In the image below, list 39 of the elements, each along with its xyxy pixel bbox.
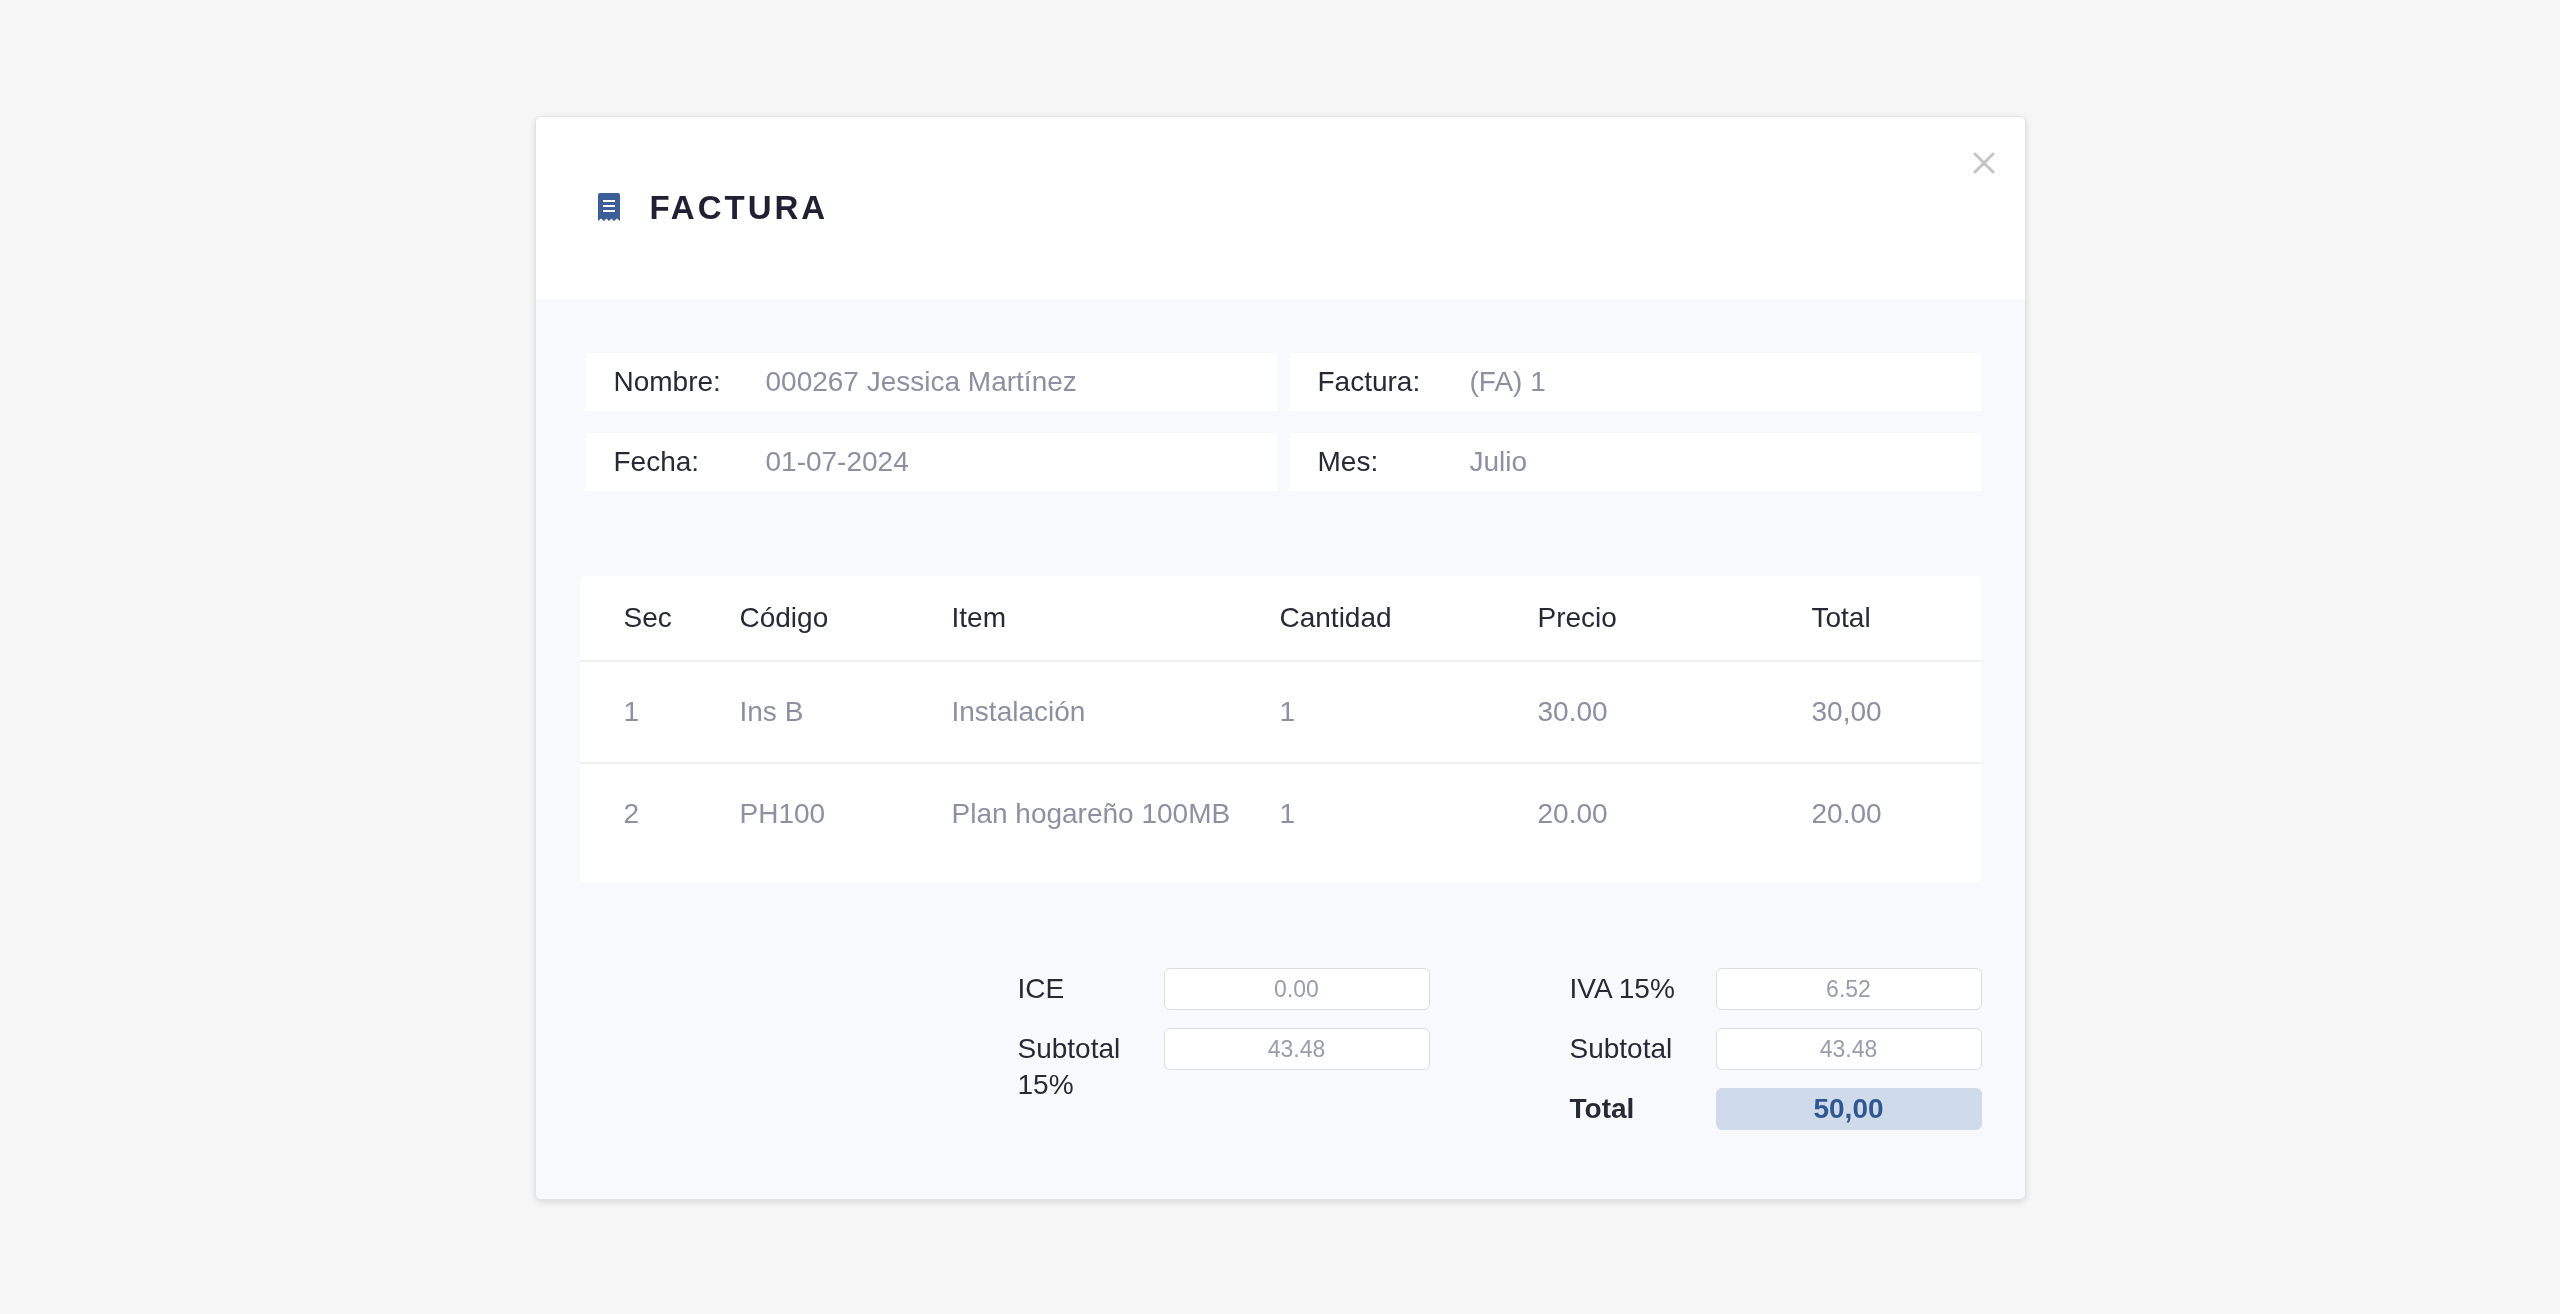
table-cell-text: Plan hogareño 100MB bbox=[951, 798, 1232, 830]
amount-field: 0.00 bbox=[1163, 968, 1430, 1010]
table-cell-text: 20.00 bbox=[1811, 798, 1883, 830]
field-value: (FA) 1 bbox=[1469, 366, 1546, 398]
field-label: Nombre: bbox=[613, 366, 722, 398]
table-cell-text: 20.00 bbox=[1537, 798, 1609, 830]
column-header: Item bbox=[951, 602, 1007, 634]
column-header: Sec bbox=[623, 602, 673, 634]
table-cell-text: 30.00 bbox=[1537, 696, 1609, 728]
amount-field: 43.48 bbox=[1163, 1028, 1430, 1070]
column-header: Cantidad bbox=[1279, 602, 1393, 634]
total-label: IVA 15% bbox=[1569, 972, 1676, 1006]
field-label: Fecha: bbox=[613, 446, 701, 478]
column-header: Precio bbox=[1537, 602, 1618, 634]
total-label: Subtotal bbox=[1569, 1032, 1674, 1066]
field-value: 000267 Jessica Martínez bbox=[765, 366, 1077, 398]
table-cell-text: 1 bbox=[1279, 696, 1297, 728]
amount-field: 6.52 bbox=[1715, 968, 1982, 1010]
column-header: Código bbox=[739, 602, 830, 634]
table-cell-text: Ins B bbox=[739, 696, 805, 728]
table-cell-text: 30,00 bbox=[1811, 696, 1883, 728]
field-label: Mes: bbox=[1317, 446, 1380, 478]
amount-field: 43.48 bbox=[1715, 1028, 1982, 1070]
field-value: 01-07-2024 bbox=[765, 446, 909, 478]
dialog-title: FACTURA bbox=[649, 189, 829, 227]
table-cell-text: PH100 bbox=[739, 798, 827, 830]
field-label: Factura: bbox=[1317, 366, 1422, 398]
total-label: Subtotal 15% bbox=[1017, 1032, 1122, 1102]
close-icon[interactable] bbox=[1972, 152, 1995, 174]
receipt-icon bbox=[595, 193, 622, 223]
table-cell-text: Instalación bbox=[951, 696, 1087, 728]
column-header: Total bbox=[1811, 602, 1872, 634]
table-cell-text: 2 bbox=[623, 798, 641, 830]
total-label: Total bbox=[1569, 1092, 1636, 1126]
total-label: ICE bbox=[1017, 972, 1066, 1006]
grand-total: 50,00 bbox=[1715, 1088, 1982, 1130]
table-cell-text: 1 bbox=[1279, 798, 1297, 830]
field-value: Julio bbox=[1469, 446, 1528, 478]
table-cell-text: 1 bbox=[623, 696, 641, 728]
